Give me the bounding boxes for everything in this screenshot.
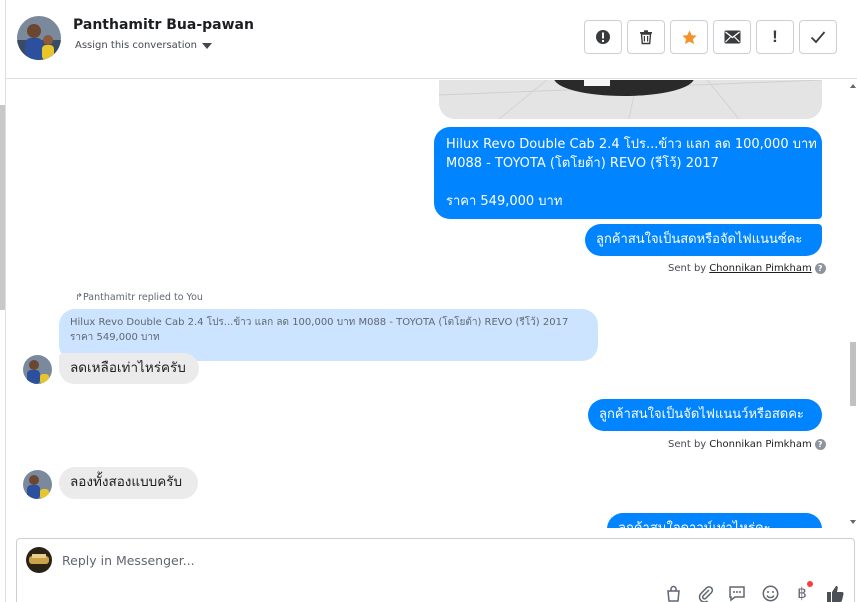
shared-car-photo[interactable] [439, 80, 822, 119]
reply-arrow-icon: ↱ [75, 292, 83, 303]
sender-name-link[interactable]: Chonnikan Pimkham [709, 263, 811, 274]
follow-up-button[interactable]: ! [756, 20, 794, 54]
baht-payment-icon[interactable]: ฿ [792, 581, 813, 602]
conversation-header: Panthamitr Bua-pawan Assign this convers… [6, 0, 857, 79]
sent-by-label: Sent by Chonnikan Pimkham ? [668, 439, 826, 450]
help-icon[interactable]: ? [814, 263, 826, 274]
car-price: ราคา 549,000 บาท [446, 194, 563, 209]
outgoing-message-partial[interactable]: ลูกค้าสนใจดาวน์เท่าไหร่คะ [607, 513, 822, 528]
page-avatar [26, 547, 52, 573]
notification-dot [807, 581, 813, 587]
exclamation-icon: ! [772, 27, 778, 46]
saved-replies-icon[interactable] [727, 583, 747, 602]
help-icon[interactable]: ? [814, 439, 826, 450]
contact-name[interactable]: Panthamitr Bua-pawan [73, 17, 254, 33]
scroll-up-arrow-icon[interactable] [850, 84, 856, 88]
contact-avatar-small[interactable] [23, 470, 52, 499]
mark-spam-button[interactable] [584, 20, 622, 54]
scroll-down-arrow-icon[interactable] [850, 520, 856, 524]
scrollbar-thumb[interactable] [850, 342, 856, 406]
car-listing-card[interactable]: Hilux Revo Double Cab 2.4 โปร...ข้าว แลก… [434, 127, 822, 219]
check-icon [810, 31, 826, 44]
messenger-inbox: Panthamitr Bua-pawan Assign this convers… [0, 0, 857, 602]
outgoing-message[interactable]: ลูกค้าสนใจเป็นจัดไฟแนนว์หรือสดคะ [588, 399, 822, 431]
caret-down-icon [201, 42, 212, 49]
mark-done-button[interactable] [799, 20, 837, 54]
star-icon [681, 29, 697, 44]
alert-circle-icon [596, 30, 610, 44]
car-title: Hilux Revo Double Cab 2.4 โปร...ข้าว แลก… [446, 137, 817, 152]
thread-scrollbar[interactable] [849, 80, 857, 528]
assign-conversation-dropdown[interactable]: Assign this conversation [75, 40, 212, 51]
reply-context-label: ↱Panthamitr replied to You [75, 292, 203, 303]
paperclip-icon[interactable] [695, 583, 715, 602]
sent-by-prefix: Sent by [668, 439, 707, 450]
left-scrollbar-thumb[interactable] [0, 105, 5, 310]
emoji-icon[interactable] [760, 583, 780, 602]
contact-avatar[interactable] [17, 16, 61, 60]
message-thread[interactable]: Hilux Revo Double Cab 2.4 โปร...ข้าว แลก… [6, 80, 851, 528]
reply-input[interactable] [62, 549, 662, 571]
trash-icon [640, 30, 652, 45]
incoming-message[interactable]: ลองทั้งสองแบบครับ [59, 467, 198, 499]
shopping-bag-icon[interactable] [663, 583, 683, 602]
sent-by-prefix: Sent by [668, 263, 707, 274]
outgoing-message[interactable]: ลูกค้าสนใจเป็นสดหรือจัดไฟแนนซ์คะ [585, 224, 822, 256]
incoming-message[interactable]: ลดเหลือเท่าไหร่ครับ [59, 353, 199, 384]
mark-unread-button[interactable] [713, 20, 751, 54]
thumbs-up-icon[interactable] [825, 583, 845, 602]
envelope-icon [724, 30, 740, 44]
message-composer: ฿ [16, 538, 855, 602]
contact-avatar-small[interactable] [23, 355, 52, 384]
car-model: M088 - TOYOTA (โตโยต้า) REVO (รีโว้) 201… [446, 156, 719, 171]
assign-label: Assign this conversation [75, 40, 197, 51]
delete-button[interactable] [627, 20, 665, 54]
sender-name-link[interactable]: Chonnikan Pimkham [709, 439, 811, 450]
star-button[interactable] [670, 20, 708, 54]
sent-by-label: Sent by Chonnikan Pimkham ? [668, 263, 826, 274]
